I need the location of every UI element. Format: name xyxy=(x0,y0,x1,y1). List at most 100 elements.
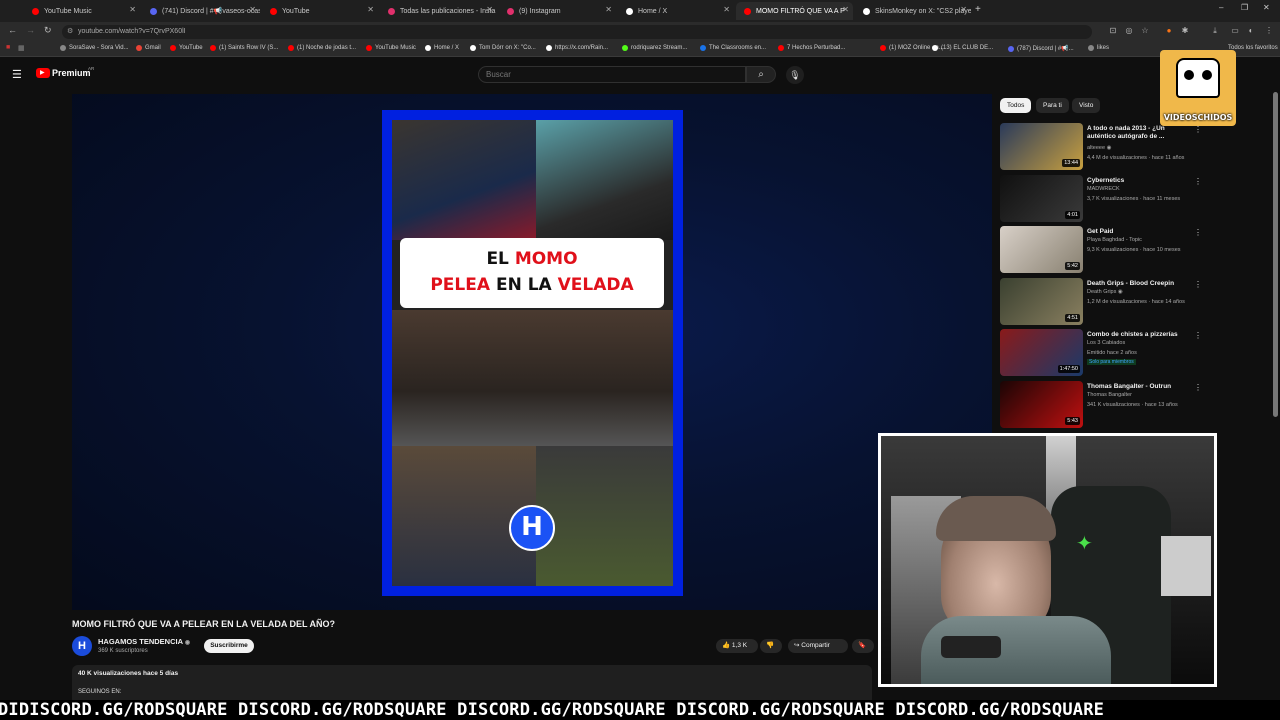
bookmark-item[interactable]: likes xyxy=(1088,45,1109,51)
recommendation-thumbnail[interactable]: 13:44 xyxy=(1000,123,1083,170)
bookmark-item[interactable]: 7 Hechos Perturbad... xyxy=(778,45,845,51)
dislike-button[interactable]: 👎 xyxy=(760,639,782,653)
recommendation-channel[interactable]: MADWRECK xyxy=(1087,186,1120,192)
browser-tab[interactable]: (9) Instagram ✕ xyxy=(499,2,616,20)
filter-chip[interactable]: Para ti xyxy=(1036,98,1069,113)
incognito-icon[interactable]: ◎ xyxy=(1124,26,1134,36)
channel-avatar[interactable]: H xyxy=(72,636,92,656)
recommendation-thumbnail[interactable]: 5:43 xyxy=(1000,380,1083,428)
browser-tab[interactable]: SkinsMonkey on X: "CS2 playe ✕ xyxy=(855,2,971,20)
recommendation-thumbnail[interactable]: 5:42 xyxy=(1000,226,1083,273)
extension-icon[interactable]: ● xyxy=(1164,26,1174,36)
close-window-button[interactable]: ✕ xyxy=(1263,3,1270,12)
back-icon[interactable]: ← xyxy=(8,25,17,35)
recommendation-channel[interactable]: Death Grips ◉ xyxy=(1087,289,1123,295)
install-icon[interactable]: ⊡ xyxy=(1108,26,1118,36)
bookmark-item[interactable]: YouTube Music xyxy=(366,45,416,51)
bookmark-item[interactable]: rodriquarez Stream... xyxy=(622,45,687,51)
tab-close-icon[interactable]: ✕ xyxy=(129,5,136,14)
bookmark-item[interactable]: Tom Dórr on X: "Co... xyxy=(470,45,536,51)
browser-tab[interactable]: (741) Discord | #📢vaseos-ocas ✕ xyxy=(142,2,260,20)
share-button[interactable]: ↪ Compartir xyxy=(788,639,848,653)
recommendation-channel[interactable]: alteeee ◉ xyxy=(1087,145,1111,151)
filter-chip[interactable]: Todos xyxy=(1000,98,1032,113)
more-options-icon[interactable]: ⋮ xyxy=(1194,280,1202,289)
channel-name[interactable]: HAGAMOS TENDENCIA ◉ xyxy=(98,637,190,646)
youtube-premium-logo[interactable]: Premium xyxy=(52,68,91,78)
page-scrollbar[interactable] xyxy=(1273,92,1278,417)
recommendation-thumbnail[interactable]: 4:51 xyxy=(1000,277,1083,325)
bookmark-item[interactable]: The Classrooms en... xyxy=(700,45,766,51)
maximize-button[interactable]: ❐ xyxy=(1241,3,1248,12)
sidepanel-icon[interactable]: ▭ xyxy=(1230,26,1240,36)
tab-close-icon[interactable]: ✕ xyxy=(249,5,256,14)
browser-tab[interactable]: YouTube ✕ xyxy=(262,2,378,20)
download-icon[interactable]: ⤓ xyxy=(1210,26,1220,36)
bookmark-item[interactable]: (787) Discord | #📢... xyxy=(1008,45,1074,52)
recommendation-title[interactable]: Cybernetics xyxy=(1087,177,1187,185)
new-tab-button[interactable]: + xyxy=(975,4,981,15)
microphone-icon[interactable]: 🎙 xyxy=(786,66,804,84)
like-button[interactable]: 👍 1,3 K xyxy=(716,639,758,653)
channel-name-text[interactable]: HAGAMOS TENDENCIA xyxy=(98,637,183,646)
forward-icon[interactable]: → xyxy=(26,25,35,35)
save-button[interactable]: 🔖 xyxy=(852,639,874,653)
more-options-icon[interactable]: ⋮ xyxy=(1194,228,1202,237)
url-field[interactable]: youtube.com/watch?v=7QrvPX60lI xyxy=(62,25,1092,39)
recommendation-title[interactable]: Thomas Bangalter - Outrun xyxy=(1087,383,1187,391)
bookmark-item[interactable]: Gmail xyxy=(136,45,161,51)
tab-close-icon[interactable]: ✕ xyxy=(605,5,612,14)
recommendation-channel[interactable]: Los 3 Cabiados xyxy=(1087,340,1125,346)
recommendation-title[interactable]: Combo de chistes a pizzerías xyxy=(1087,331,1187,339)
recommendation-item[interactable]: 13:44 A todo o nada 2013 - ¿Un auténtico … xyxy=(1000,123,1205,171)
browser-tab[interactable]: Todas las publicaciones - Insta ✕ xyxy=(380,2,497,20)
more-options-icon[interactable]: ⋮ xyxy=(1194,125,1202,134)
bookmark-item[interactable]: https://x.com/Rain... xyxy=(546,45,608,51)
profile-icon[interactable]: ◐ xyxy=(1246,26,1256,36)
hamburger-menu-icon[interactable]: ☰ xyxy=(12,68,22,81)
recommendation-channel[interactable]: Playa Baghdad - Topic xyxy=(1087,237,1142,243)
reload-icon[interactable]: ↻ xyxy=(44,25,52,36)
browser-tab[interactable]: Home / X ✕ xyxy=(618,2,734,20)
apps-grid-icon[interactable]: ▦ xyxy=(18,44,25,52)
minimize-button[interactable]: – xyxy=(1219,3,1223,12)
tab-close-icon[interactable]: ✕ xyxy=(723,5,730,14)
bookmark-item[interactable]: SoraSave - Sora Vid... xyxy=(60,45,129,51)
filter-chip[interactable]: Visto xyxy=(1072,98,1101,113)
recommendation-title[interactable]: A todo o nada 2013 - ¿Un auténtico autóg… xyxy=(1087,125,1187,141)
recommendation-thumbnail[interactable]: 1:47:50 xyxy=(1000,329,1083,376)
tab-close-icon[interactable]: ✕ xyxy=(486,5,493,14)
bookmark-item[interactable]: (1) Saints Row IV (S... xyxy=(210,45,278,51)
recommendation-item[interactable]: 4:01 Cybernetics MADWRECK 3,7 K visualizaci… xyxy=(1000,174,1205,223)
all-bookmarks[interactable]: Todos los favoritos xyxy=(1228,45,1278,51)
search-input[interactable]: Buscar xyxy=(478,66,746,83)
video-player[interactable]: EL MOMO PELEA EN LA VELADA H xyxy=(72,94,992,610)
bookmark-item[interactable]: YouTube xyxy=(170,45,203,51)
search-icon[interactable]: ⌕ xyxy=(746,66,776,83)
more-options-icon[interactable]: ⋮ xyxy=(1194,331,1202,340)
more-options-icon[interactable]: ⋮ xyxy=(1194,177,1202,186)
browser-tab[interactable]: YouTube Music ✕ xyxy=(24,2,140,20)
recommendation-item[interactable]: 1:47:50 Combo de chistes a pizzerías Los 3… xyxy=(1000,329,1205,377)
recommendation-title[interactable]: Death Grips - Blood Creepin xyxy=(1087,280,1187,288)
bookmark-item[interactable]: Home / X xyxy=(425,45,459,51)
apps-icon[interactable]: ■ xyxy=(6,44,10,51)
bookmark-item[interactable]: (13) EL CLUB DE... xyxy=(932,45,993,51)
more-options-icon[interactable]: ⋮ xyxy=(1194,383,1202,392)
recommendation-channel[interactable]: Thomas Bangalter xyxy=(1087,392,1132,398)
subscribe-button[interactable]: Suscribirme xyxy=(204,639,254,653)
recommendation-item[interactable]: 5:42 Get Paid Playa Baghdad - Topic 9,3 K v… xyxy=(1000,226,1205,274)
recommendation-title[interactable]: Get Paid xyxy=(1087,228,1187,236)
tab-close-icon[interactable]: ✕ xyxy=(842,5,849,14)
bookmark-star-icon[interactable]: ☆ xyxy=(1140,26,1150,36)
recommendation-item[interactable]: 4:51 Death Grips - Blood Creepin Death Gri… xyxy=(1000,277,1205,326)
site-info-icon[interactable]: ⚙ xyxy=(67,27,73,35)
tab-close-icon[interactable]: ✕ xyxy=(367,5,374,14)
description-box[interactable]: 40 K visualizaciones hace 5 días SEGUINO… xyxy=(72,665,872,705)
bookmark-item[interactable]: (1) Noche de jodas t... xyxy=(288,45,356,51)
tab-close-icon[interactable]: ✕ xyxy=(960,5,967,14)
menu-icon[interactable]: ⋮ xyxy=(1264,26,1274,36)
recommendation-thumbnail[interactable]: 4:01 xyxy=(1000,174,1083,222)
extensions-puzzle-icon[interactable]: ✱ xyxy=(1180,26,1190,36)
browser-tab[interactable]: MOMO FILTRÓ QUE VA A P ✕ xyxy=(736,2,853,20)
